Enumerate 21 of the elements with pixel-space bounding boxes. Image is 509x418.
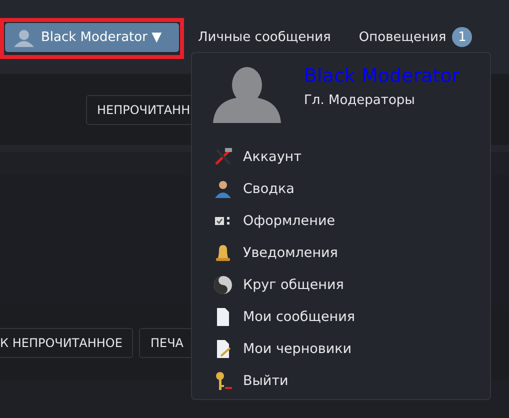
- nav-link[interactable]: Личные сообщения: [198, 30, 331, 45]
- yin-yang-icon: [213, 275, 233, 295]
- user-group: Гл. Модераторы: [304, 93, 460, 108]
- person-icon: [213, 179, 233, 199]
- page-button[interactable]: К НЕПРОЧИТАННОЕ: [0, 328, 134, 358]
- user-menu-button[interactable]: Black Moderator ▼: [5, 23, 179, 52]
- notification-count: 1: [452, 27, 472, 47]
- user-icon: [13, 28, 35, 46]
- menu-item[interactable]: Аккаунт: [213, 141, 490, 173]
- bell-icon: [213, 243, 233, 263]
- menu-item[interactable]: Выйти: [213, 365, 490, 397]
- key-icon: [213, 371, 233, 391]
- menu-item[interactable]: Сводка: [213, 173, 490, 205]
- menu-item[interactable]: Круг общения: [213, 269, 490, 301]
- menu-item[interactable]: Уведомления: [213, 237, 490, 269]
- menu-item[interactable]: Оформление: [213, 205, 490, 237]
- menu-item[interactable]: Мои черновики: [213, 333, 490, 365]
- hammer-icon: [213, 147, 233, 167]
- avatar-icon: [213, 67, 281, 123]
- nav-link[interactable]: Оповещения: [358, 30, 446, 45]
- menu-item[interactable]: Мои сообщения: [213, 301, 490, 333]
